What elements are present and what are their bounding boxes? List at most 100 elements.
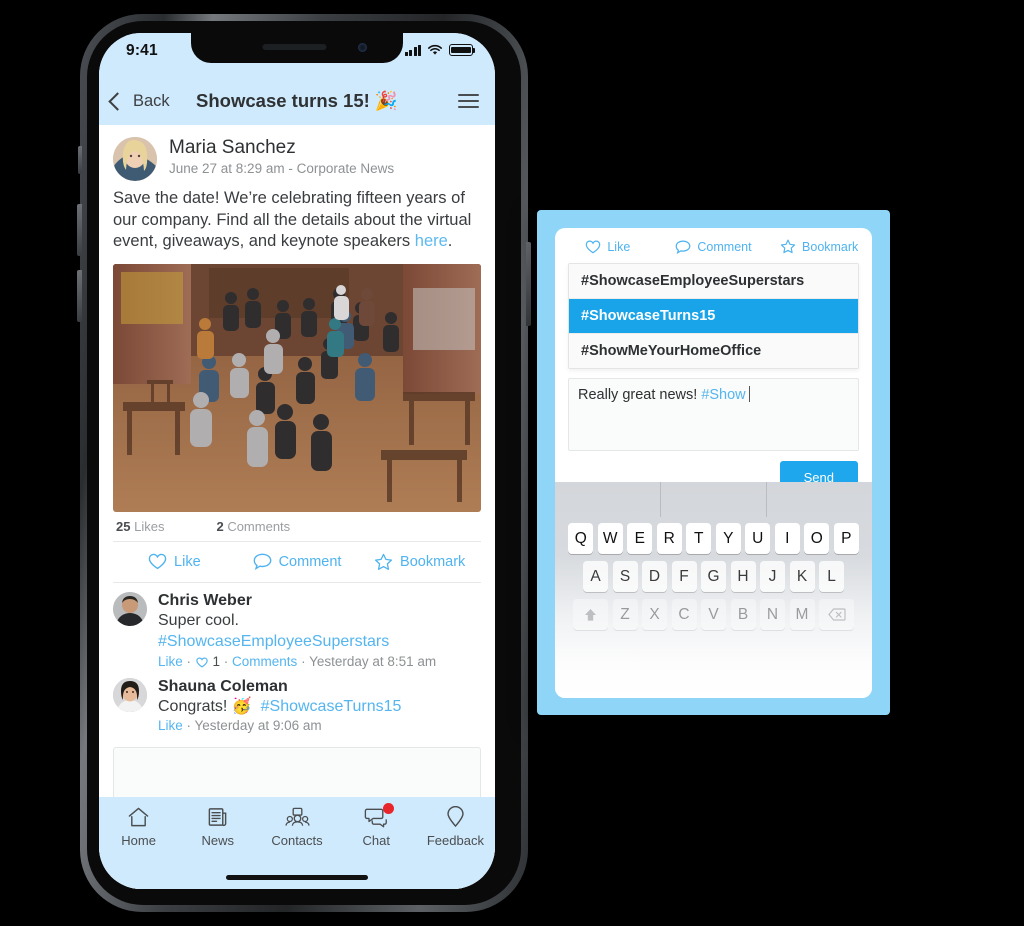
comment-hashtag[interactable]: #ShowcaseTurns15 — [261, 698, 402, 715]
key-s[interactable]: S — [612, 561, 638, 592]
bottom-navigation: Home News Contacts Chat Feedback — [99, 797, 495, 889]
post-image[interactable] — [113, 263, 481, 512]
wifi-icon — [428, 44, 442, 55]
tab-chat[interactable]: Chat — [337, 803, 416, 848]
hamburger-menu-icon[interactable] — [458, 93, 479, 109]
comment-like-link[interactable]: Like — [158, 718, 183, 733]
tab-home[interactable]: Home — [99, 806, 178, 848]
key-i[interactable]: I — [774, 523, 800, 554]
avatar[interactable] — [113, 591, 147, 626]
key-w[interactable]: W — [597, 523, 623, 554]
shift-key[interactable] — [573, 599, 608, 630]
bookmark-button[interactable]: Bookmark — [358, 553, 481, 571]
likes-count: 25 Likes — [116, 518, 165, 534]
tab-news[interactable]: News — [178, 806, 257, 848]
home-icon — [128, 807, 149, 827]
key-e[interactable]: E — [627, 523, 653, 554]
key-y[interactable]: Y — [715, 523, 741, 554]
heart-outline-icon — [196, 656, 208, 668]
prediction-slot[interactable] — [661, 482, 767, 517]
hashtag-suggestion-item[interactable]: #ShowMeYourHomeOffice — [569, 334, 858, 368]
status-icons — [404, 44, 476, 56]
phone-device-frame: 9:41 Back Showcase turns 15! � — [77, 14, 531, 912]
panel-like-button[interactable]: Like — [555, 239, 661, 254]
power-button[interactable] — [526, 242, 531, 326]
comment-like-count: 1 — [212, 653, 221, 669]
key-h[interactable]: H — [730, 561, 756, 592]
back-button[interactable]: Back — [108, 91, 170, 111]
location-pin-icon — [447, 806, 464, 828]
volume-down-button[interactable] — [77, 270, 82, 322]
tab-chat-label: Chat — [362, 833, 390, 848]
keyboard-row-2: A S D F G H J K L — [559, 561, 868, 592]
comment-compose-input[interactable]: Really great news! #Show — [568, 378, 859, 451]
panel-card: Like Comment Bookmark #ShowcaseEmployeeS… — [555, 228, 872, 698]
key-q[interactable]: Q — [568, 523, 594, 554]
heart-outline-icon — [148, 554, 167, 570]
key-k[interactable]: K — [789, 561, 815, 592]
post-meta: June 27 at 8:29 am - Corporate News — [169, 161, 395, 177]
key-b[interactable]: B — [730, 599, 756, 630]
hashtag-suggestion-list: #ShowcaseEmployeeSuperstars #ShowcaseTur… — [568, 263, 859, 369]
hashtag-suggestion-item[interactable]: #ShowcaseEmployeeSuperstars — [569, 264, 858, 299]
post-body-link[interactable]: here — [415, 232, 448, 250]
hashtag-suggestion-item-selected[interactable]: #ShowcaseTurns15 — [569, 299, 858, 334]
comment-author: Chris Weber — [158, 591, 252, 609]
key-a[interactable]: A — [583, 561, 608, 592]
comment-replies-link[interactable]: Comments — [232, 654, 297, 669]
app-header: Back Showcase turns 15! 🎉 — [99, 77, 495, 125]
key-j[interactable]: J — [760, 561, 785, 592]
keyboard-rows: Q W E R T Y U I O P A S D F G H J K L Z … — [555, 517, 872, 630]
post-author-name: Maria Sanchez — [169, 137, 296, 158]
prediction-slot[interactable] — [555, 482, 661, 517]
panel-bookmark-button[interactable]: Bookmark — [766, 239, 872, 254]
compose-text: Really great news! — [578, 387, 698, 403]
comment-like-link[interactable]: Like — [158, 654, 183, 669]
like-button[interactable]: Like — [113, 553, 236, 571]
comment-hashtag[interactable]: #ShowcaseEmployeeSuperstars — [158, 632, 436, 652]
key-g[interactable]: G — [701, 561, 726, 592]
battery-icon — [449, 44, 476, 56]
list-item: Chris Weber Super cool. #ShowcaseEmploye… — [99, 583, 495, 669]
key-z[interactable]: Z — [612, 599, 638, 630]
comment-button-label: Comment — [278, 553, 342, 570]
back-button-label: Back — [133, 91, 170, 110]
key-v[interactable]: V — [701, 599, 726, 630]
comment-content: Chris Weber Super cool. #ShowcaseEmploye… — [158, 592, 436, 669]
comment-footer: Like · 1 · Comments · Yesterday at 8:51 … — [158, 653, 437, 669]
earpiece-speaker — [262, 44, 327, 50]
comment-button[interactable]: Comment — [236, 553, 359, 571]
bookmark-button-label: Bookmark — [400, 553, 466, 570]
phone-screen: 9:41 Back Showcase turns 15! � — [99, 33, 495, 889]
keyboard-row-1: Q W E R T Y U I O P — [559, 523, 868, 554]
comment-text: Congrats! 🥳 #ShowcaseTurns15 — [158, 697, 402, 715]
key-o[interactable]: O — [804, 523, 830, 554]
avatar[interactable] — [113, 677, 147, 712]
comments-count: 2 Comments — [216, 518, 291, 534]
panel-post-actions: Like Comment Bookmark — [555, 228, 872, 263]
device-notch — [191, 33, 403, 63]
key-x[interactable]: X — [642, 599, 667, 630]
speech-bubble-icon — [253, 553, 271, 571]
key-r[interactable]: R — [656, 523, 682, 554]
key-n[interactable]: N — [760, 599, 785, 630]
key-u[interactable]: U — [745, 523, 771, 554]
key-p[interactable]: P — [833, 523, 859, 554]
cellular-signal-icon — [404, 44, 421, 56]
backspace-key[interactable] — [819, 599, 854, 630]
prediction-slot[interactable] — [767, 482, 872, 517]
key-m[interactable]: M — [789, 599, 815, 630]
tab-contacts[interactable]: Contacts — [257, 806, 336, 848]
volume-up-button[interactable] — [77, 204, 82, 256]
tab-feedback[interactable]: Feedback — [416, 806, 495, 848]
key-f[interactable]: F — [671, 561, 697, 592]
panel-comment-button[interactable]: Comment — [661, 239, 767, 254]
home-indicator[interactable] — [226, 875, 368, 880]
key-l[interactable]: L — [819, 561, 844, 592]
avatar[interactable] — [113, 137, 157, 181]
silent-switch-button[interactable] — [78, 146, 82, 174]
key-c[interactable]: C — [671, 599, 697, 630]
hashtag-autocomplete-panel: Like Comment Bookmark #ShowcaseEmployeeS… — [537, 210, 890, 715]
key-t[interactable]: T — [686, 523, 712, 554]
key-d[interactable]: D — [642, 561, 667, 592]
